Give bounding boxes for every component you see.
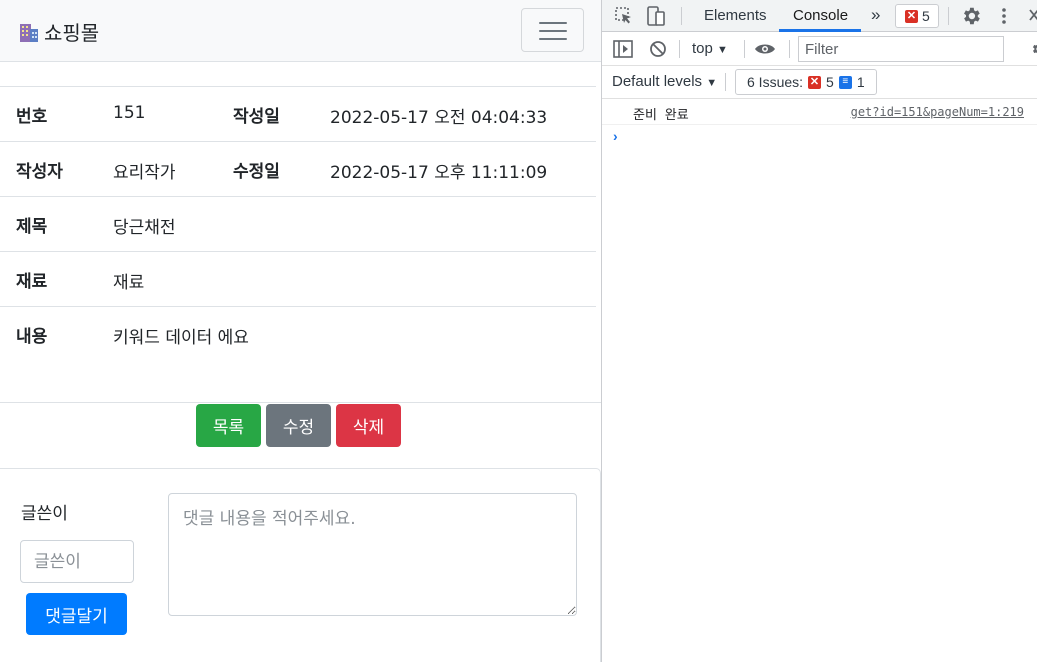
label-author: 작성자	[16, 162, 63, 182]
issues-label: 6 Issues:	[747, 74, 804, 90]
value-title: 당근채전	[113, 218, 176, 238]
clear-console-icon[interactable]	[649, 40, 667, 58]
comment-submit-button[interactable]: 댓글달기	[26, 593, 127, 635]
error-count-badge[interactable]: ✕ 5	[895, 4, 939, 28]
delete-button[interactable]: 삭제	[336, 404, 401, 447]
error-count: 5	[922, 8, 930, 24]
toolbar-separator	[681, 7, 682, 25]
comment-form: 글쓴이 댓글달기	[0, 468, 601, 662]
value-created: 2022-05-17 오전 04:04:33	[330, 108, 548, 128]
label-created: 작성일	[233, 107, 280, 127]
detail-row-ingredients: 재료 재료	[0, 251, 596, 306]
label-content: 내용	[16, 327, 48, 347]
writer-label: 글쓴이	[21, 504, 68, 524]
value-author: 요리작가	[113, 163, 176, 183]
toolbar-separator	[744, 40, 745, 58]
console-log-entry: 준비 완료 get?id=151&pageNum=1:219	[602, 99, 1037, 125]
context-label: top	[692, 40, 713, 57]
devtools-main-toolbar: Elements Console » ✕ 5	[602, 0, 1037, 32]
web-page: 쇼핑몰 번호 151 작성일 2022-05-17 오전 04:04:33 작성…	[0, 0, 601, 662]
brand-link[interactable]: 쇼핑몰	[18, 17, 99, 46]
kebab-menu-icon[interactable]	[1000, 6, 1008, 26]
more-tabs-icon[interactable]: »	[871, 5, 880, 25]
gear-icon[interactable]	[960, 5, 982, 27]
issues-button[interactable]: 6 Issues: ✕ 5 ≡ 1	[735, 69, 877, 95]
menu-icon-bar	[539, 30, 567, 32]
dropdown-arrow-icon: ▼	[706, 77, 718, 89]
brand-text: 쇼핑몰	[44, 21, 100, 45]
log-levels-dropdown[interactable]: Default levels ▼	[612, 73, 717, 90]
value-ingredients: 재료	[113, 273, 145, 293]
list-button[interactable]: 목록	[196, 404, 261, 447]
console-prompt-icon[interactable]: ›	[613, 128, 618, 144]
issues-info-count: 1	[856, 74, 865, 90]
log-message: 준비 완료	[633, 108, 689, 123]
devtools-panel: Elements Console » ✕ 5 top ▼ Filter Defa…	[601, 0, 1037, 662]
context-selector[interactable]: top ▼	[692, 40, 728, 57]
detail-row-title: 제목 당근채전	[0, 196, 596, 251]
tab-elements[interactable]: Elements	[704, 7, 767, 24]
value-modified: 2022-05-17 오후 11:11:09	[330, 163, 548, 183]
writer-input[interactable]	[20, 540, 134, 583]
menu-icon-bar	[539, 38, 567, 40]
issues-error-count: 5	[826, 74, 834, 90]
value-content: 키워드 데이터 에요	[113, 328, 249, 348]
edit-button[interactable]: 수정	[266, 404, 331, 447]
comment-content-textarea[interactable]	[168, 493, 577, 616]
console-filter-input[interactable]	[798, 36, 1004, 62]
value-number: 151	[113, 103, 146, 123]
toolbar-separator	[948, 7, 949, 25]
tab-console[interactable]: Console	[793, 7, 848, 24]
action-buttons: 목록 수정 삭제	[0, 402, 601, 468]
dropdown-arrow-icon: ▼	[717, 44, 728, 56]
menu-icon	[539, 22, 567, 24]
building-icon	[20, 23, 38, 42]
toolbar-separator	[679, 40, 680, 58]
console-settings-icon[interactable]	[1030, 41, 1037, 57]
detail-row-content: 내용 키워드 데이터 에요	[0, 306, 596, 402]
close-icon[interactable]	[1028, 8, 1037, 22]
device-toggle-icon[interactable]	[646, 5, 666, 27]
inspect-element-icon[interactable]	[614, 6, 634, 26]
detail-row-author: 작성자 요리작가 수정일 2022-05-17 오후 11:11:09	[0, 141, 596, 196]
label-ingredients: 재료	[16, 272, 48, 292]
label-number: 번호	[16, 107, 48, 127]
log-source-link[interactable]: get?id=151&pageNum=1:219	[851, 105, 1024, 119]
error-icon: ✕	[808, 75, 822, 89]
label-modified: 수정일	[233, 162, 280, 182]
eye-icon[interactable]	[754, 42, 776, 56]
console-levels-bar: Default levels ▼ 6 Issues: ✕ 5 ≡ 1	[602, 66, 1037, 99]
toolbar-separator	[725, 73, 726, 91]
error-icon: ✕	[905, 9, 918, 23]
log-levels-label: Default levels	[612, 73, 703, 90]
console-toolbar: top ▼	[602, 32, 1037, 66]
toolbar-separator	[789, 40, 790, 58]
navbar-toggle-button[interactable]	[521, 8, 584, 52]
info-message-icon: ≡	[838, 75, 852, 89]
detail-row-number: 번호 151 작성일 2022-05-17 오전 04:04:33	[0, 86, 596, 141]
label-title: 제목	[16, 217, 48, 237]
sidebar-toggle-icon[interactable]	[613, 40, 633, 58]
navbar: 쇼핑몰	[0, 0, 601, 62]
post-detail-table: 번호 151 작성일 2022-05-17 오전 04:04:33 작성자 요리…	[0, 86, 596, 402]
